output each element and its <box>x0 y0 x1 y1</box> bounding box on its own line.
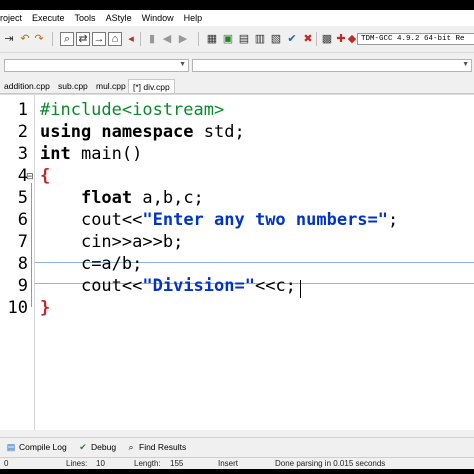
tab-addition[interactable]: addition.cpp <box>0 79 54 93</box>
bottom-panel-tabs: ▤ Compile Log ✔ Debug ⌕ Find Results <box>0 437 474 458</box>
redo-icon[interactable]: ↷ <box>32 32 46 46</box>
debug-check-icon: ✔ <box>79 442 87 452</box>
code-editor[interactable]: 1 2 3 4 5 6 7 8 9 10 ⊟ #include<iostream… <box>0 94 474 430</box>
status-length: 155 <box>170 459 184 468</box>
tab-find-results[interactable]: ⌕ Find Results <box>126 442 186 452</box>
status-message: Done parsing in 0.015 seconds <box>275 459 386 468</box>
toolbar: ⇥ ↶ ↷ ⌕ ⇄ → ⌂ ◂ ▮ ◀ ▶ ▦ ▣ ▤ ▥ ▧ ✔ ✖ ▩ ✚ … <box>0 26 474 53</box>
rebuild-icon[interactable]: ▧ <box>269 32 283 46</box>
code-line: #include<iostream> <box>40 100 225 120</box>
goto-icon[interactable]: → <box>92 32 106 46</box>
fold-toggle-icon[interactable]: ⊟ <box>26 171 34 182</box>
line-number: 9 <box>17 276 28 296</box>
code-line: cin>>a>>b; <box>80 232 184 252</box>
tab-sub[interactable]: sub.cpp <box>54 79 92 93</box>
tab-mul[interactable]: mul.cpp <box>92 79 130 93</box>
menu-tools[interactable]: Tools <box>70 10 101 26</box>
text-caret <box>300 280 301 298</box>
compile-log-icon: ▤ <box>6 442 16 452</box>
stop-icon[interactable]: ✖ <box>301 32 315 46</box>
status-bar: 0 Lines: 10 Length: 155 Insert Done pars… <box>0 457 474 469</box>
line-number: 10 <box>7 298 28 318</box>
compile-run-icon[interactable]: ▥ <box>253 32 267 46</box>
chart-icon[interactable]: ▩ <box>320 32 334 46</box>
line-number: 8 <box>17 254 28 274</box>
line-number: 4 <box>17 166 28 186</box>
line-number: 3 <box>17 144 28 164</box>
status-lines-label: Lines: <box>66 459 88 468</box>
tab-compile-log[interactable]: ▤ Compile Log <box>6 442 67 452</box>
code-line: } <box>40 298 51 318</box>
status-length-label: Length: <box>134 459 161 468</box>
back-icon[interactable]: ◂ <box>124 32 138 46</box>
replace-icon[interactable]: ⇄ <box>76 32 90 46</box>
find-results-icon: ⌕ <box>128 442 134 452</box>
code-line: float a,b,c; <box>80 188 204 208</box>
code-line: cout<<"Division="<<c; <box>80 276 296 296</box>
code-line: int main() <box>40 144 143 164</box>
line-gutter: 1 2 3 4 5 6 7 8 9 10 ⊟ <box>0 95 35 430</box>
menu-window[interactable]: Window <box>137 10 179 26</box>
code-line: { <box>40 166 51 186</box>
indent-icon[interactable]: ⇥ <box>2 32 16 46</box>
tab-debug[interactable]: ✔ Debug <box>78 442 116 452</box>
line-number: 6 <box>17 210 28 230</box>
class-browser-row: ▼ ▼ <box>0 53 474 77</box>
menu-project[interactable]: roject <box>0 10 27 26</box>
status-lines: 10 <box>96 459 105 468</box>
compile-icon[interactable]: ▣ <box>221 32 235 46</box>
toggle-icon[interactable]: ▮ <box>145 32 159 46</box>
line-number: 1 <box>17 100 28 120</box>
ide-window: roject Execute Tools AStyle Window Help … <box>0 10 474 469</box>
status-mode: Insert <box>218 459 239 468</box>
code-line: c=a/b; <box>80 254 143 274</box>
class-dropdown[interactable]: ▼ <box>4 59 189 72</box>
check-icon[interactable]: ✔ <box>285 32 299 46</box>
file-tabs: addition.cpp sub.cpp mul.cpp [*] div.cpp <box>0 77 474 94</box>
left-icon[interactable]: ◀ <box>160 32 174 46</box>
menu-bar: roject Execute Tools AStyle Window Help <box>0 10 474 26</box>
right-icon[interactable]: ▶ <box>176 32 190 46</box>
grid-icon[interactable]: ▦ <box>205 32 219 46</box>
menu-help[interactable]: Help <box>179 10 208 26</box>
compiler-select[interactable]: TDM-GCC 4.9.2 64-bit Re <box>357 33 474 45</box>
line-number: 7 <box>17 232 28 252</box>
undo-icon[interactable]: ↶ <box>18 32 32 46</box>
tab-div[interactable]: [*] div.cpp <box>128 79 175 93</box>
line-number: 5 <box>17 188 28 208</box>
find-icon[interactable]: ⌕ <box>60 32 74 46</box>
member-dropdown[interactable]: ▼ <box>192 59 472 72</box>
code-line: using namespace std; <box>40 122 245 142</box>
status-col: 0 <box>4 459 9 468</box>
line-number: 2 <box>17 122 28 142</box>
menu-astyle[interactable]: AStyle <box>101 10 137 26</box>
run-icon[interactable]: ▤ <box>237 32 251 46</box>
bookmark-icon[interactable]: ⌂ <box>108 32 122 46</box>
menu-execute[interactable]: Execute <box>27 10 70 26</box>
code-line: cout<<"Enter any two numbers="; <box>80 210 399 230</box>
fold-line <box>31 183 32 307</box>
